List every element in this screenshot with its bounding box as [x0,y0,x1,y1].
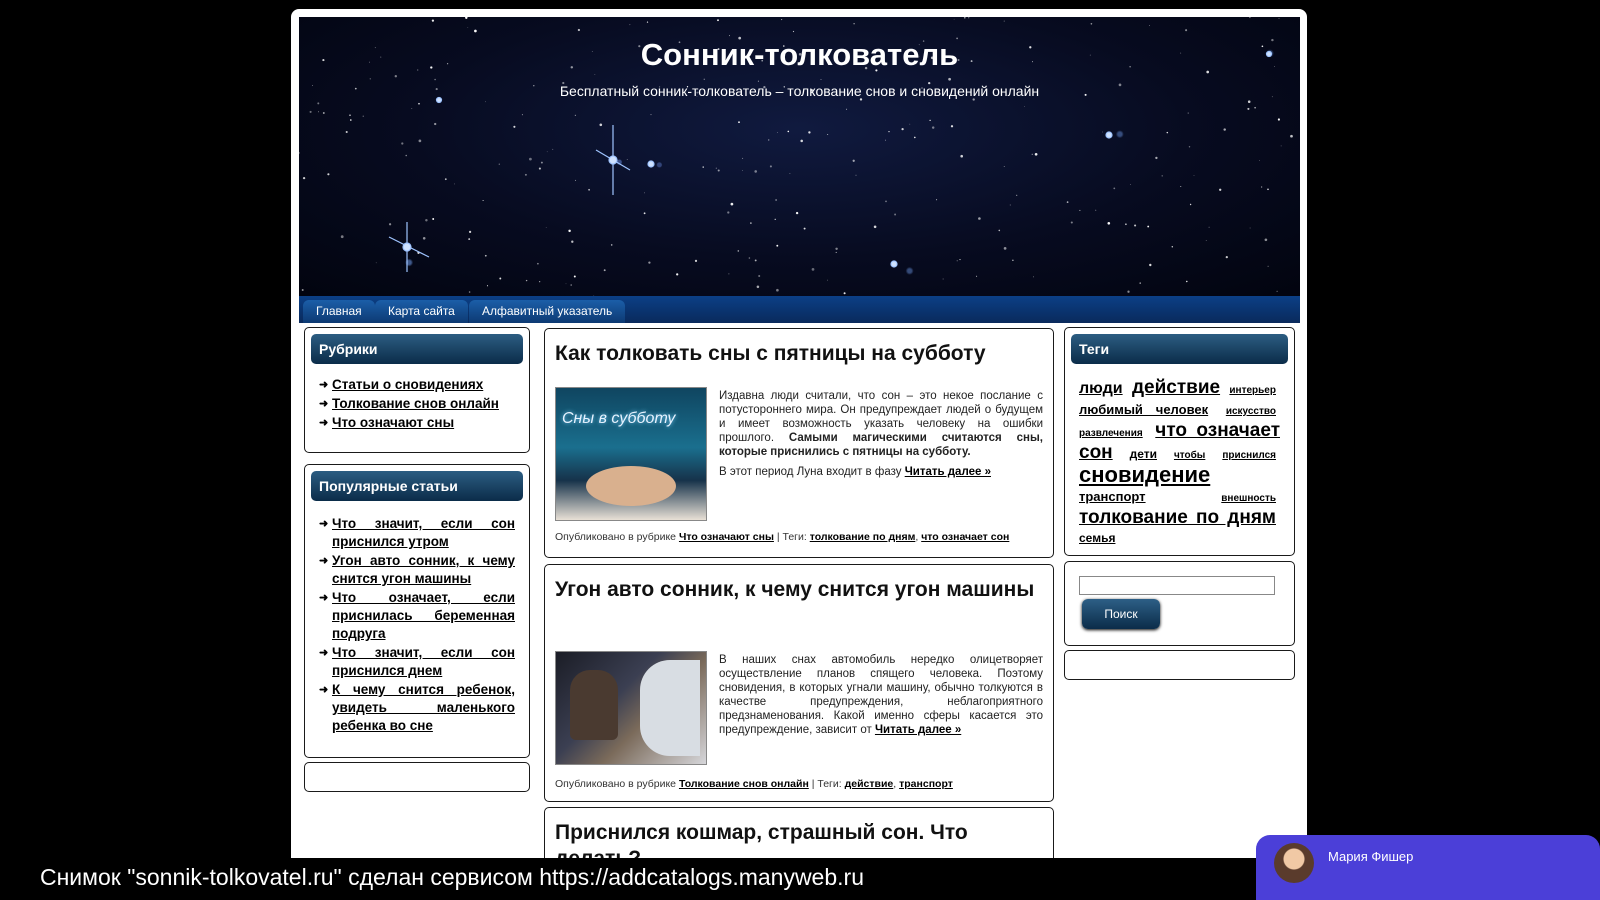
nav-alphabet-index[interactable]: Алфавитный указатель [469,300,626,323]
popular-item[interactable]: ➜ Угон авто сонник, к чему снится угон ма… [319,552,515,588]
chat-widget[interactable]: Мария Фишер [1256,835,1600,900]
tag-link[interactable]: внешность [1221,493,1276,504]
arrow-icon: ➜ [319,379,329,391]
screenshot-caption: Снимок "sonnik-tolkovatel.ru" сделан сер… [40,864,864,890]
tag-link[interactable]: интерьер [1229,385,1276,396]
post-excerpt: Издавна люди считали, что сон – это неко… [719,390,1043,478]
tag-cloud: люди действие интерьер любимый человек и… [1079,378,1280,548]
tag-link[interactable]: толкование по дням [1079,507,1276,528]
arrow-icon: ➜ [319,592,329,604]
rubrics-list: ➜ Статьи о сновидениях ➜ Толкование снов о… [319,376,515,433]
read-more-link[interactable]: Читать далее » [905,466,991,478]
main-navigation: Главная Карта сайта Алфавитный указатель [299,296,1300,323]
post-title[interactable]: Как толковать сны с пятницы на субботу [555,341,1043,367]
arrow-icon: ➜ [319,518,329,530]
tag-link[interactable]: сновидение [1079,462,1210,487]
site-description: Бесплатный сонник-толкователь – толкован… [559,83,1040,99]
arrow-icon: ➜ [319,555,329,567]
empty-left-widget [304,762,530,792]
post-card: Угон авто сонник, к чему снится угон маш… [544,564,1054,802]
search-input[interactable] [1079,576,1275,595]
tag-link[interactable]: семья [1079,531,1115,545]
tag-link[interactable]: люди [1079,380,1123,397]
popular-title: Популярные статьи [311,471,523,501]
page: Сонник-толкователь Бесплатный сонник-тол… [291,9,1307,900]
popular-item[interactable]: ➜ Что означает, если приснилась беременна… [319,589,515,643]
avatar [1274,843,1314,883]
post-rubric-link[interactable]: Что означают сны [679,531,774,543]
tags-widget: Теги люди действие интерьер любимый чело… [1064,327,1295,556]
post-rubric-link[interactable]: Толкование снов онлайн [679,778,809,790]
tag-link[interactable]: искусство [1226,406,1276,417]
popular-item[interactable]: ➜ К чему снится ребенок, увидеть маленько… [319,681,515,735]
post-card: Как толковать сны с пятницы на субботу С… [544,328,1054,558]
post-image-caption: Сны в субботу [562,410,676,427]
post-tag-link[interactable]: что означает сон [921,531,1009,543]
site-title[interactable]: Сонник-толкователь [299,37,1300,73]
search-button[interactable]: Поиск [1082,599,1160,629]
arrow-icon: ➜ [319,684,329,696]
rubric-item[interactable]: ➜ Что означают сны [319,414,515,432]
search-widget: Поиск [1064,561,1295,646]
tag-link[interactable]: любимый человек [1079,402,1208,417]
post-meta: Опубликовано в рубрике Что означают сны … [555,531,1010,543]
popular-item[interactable]: ➜ Что значит, если сон приснился днем [319,644,515,680]
post-meta: Опубликовано в рубрике Толкование снов о… [555,778,953,790]
sleeping-woman-image [586,466,676,506]
rubric-item[interactable]: ➜ Статьи о сновидениях [319,376,515,394]
tag-link[interactable]: действие [1132,377,1220,398]
popular-articles-widget: Популярные статьи ➜ Что значит, если сон … [304,464,530,758]
site-header: Сонник-толкователь Бесплатный сонник-тол… [299,17,1300,296]
post-tag-link[interactable]: толкование по дням [810,531,916,543]
rubrics-title: Рубрики [311,334,523,364]
arrow-icon: ➜ [319,417,329,429]
post-excerpt: В наших снах автомобиль нередко олицетво… [719,654,1043,736]
post-title[interactable]: Угон авто сонник, к чему снится угон маш… [555,577,1043,603]
post-image[interactable]: Сны в субботу [555,387,707,521]
tag-link[interactable]: дети [1130,447,1157,461]
post-tag-link[interactable]: действие [845,778,894,790]
tag-link[interactable]: транспорт [1079,489,1146,504]
arrow-icon: ➜ [319,647,329,659]
post-image[interactable] [555,651,707,765]
rubrics-widget: Рубрики ➜ Статьи о сновидениях ➜ Толковани… [304,327,530,453]
nav-home[interactable]: Главная [303,300,375,323]
tag-link[interactable]: чтобы [1174,450,1205,461]
post-tag-link[interactable]: транспорт [899,778,953,790]
rubric-item[interactable]: ➜ Толкование снов онлайн [319,395,515,413]
nav-sitemap[interactable]: Карта сайта [375,300,468,323]
tag-link[interactable]: развлечения [1079,428,1143,439]
empty-right-widget [1064,650,1295,680]
tag-link[interactable]: приснился [1222,450,1276,461]
tags-title: Теги [1071,334,1288,364]
car-thief-image [570,670,618,740]
read-more-link[interactable]: Читать далее » [875,724,961,736]
chat-agent-name: Мария Фишер [1328,849,1414,864]
popular-list: ➜ Что значит, если сон приснился утром ➜ У… [319,515,515,736]
popular-item[interactable]: ➜ Что значит, если сон приснился утром [319,515,515,551]
arrow-icon: ➜ [319,398,329,410]
car-door-image [640,660,700,756]
